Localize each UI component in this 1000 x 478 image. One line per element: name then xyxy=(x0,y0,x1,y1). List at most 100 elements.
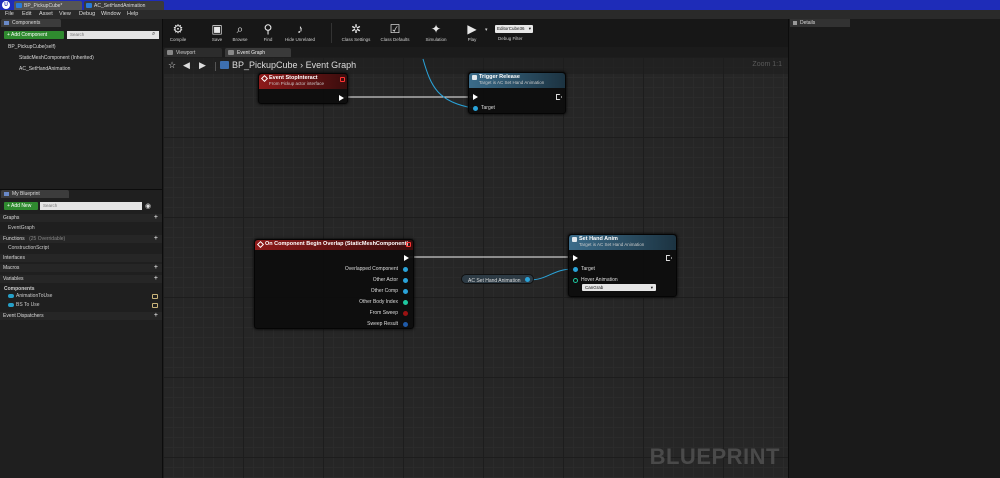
add-new-button[interactable]: + Add New xyxy=(4,202,38,210)
node-header: On Component Begin Overlap (StaticMeshCo… xyxy=(255,240,413,250)
variable-item-bs-to-use[interactable]: BS To Use xyxy=(8,302,40,308)
hover-animation-dropdown[interactable]: CanGrab ▾ xyxy=(582,284,656,291)
blueprint-icon xyxy=(86,3,92,8)
tab-event-graph[interactable]: Event Graph xyxy=(225,48,291,57)
event-graph-icon xyxy=(228,50,234,55)
menu-edit[interactable]: Edit xyxy=(22,11,31,17)
document-tab-bp-pickupcube[interactable]: BP_PickupCube* xyxy=(14,1,82,10)
delegate-pin-icon[interactable] xyxy=(340,77,345,82)
other-comp-pin[interactable] xyxy=(403,289,408,294)
menu-view[interactable]: View xyxy=(59,11,71,17)
sweep-result-pin[interactable] xyxy=(403,322,408,327)
class-defaults-button[interactable]: ☑ Class Defaults xyxy=(377,20,413,46)
browse-button[interactable]: ⌕ Browse xyxy=(225,20,255,46)
component-item-self[interactable]: BP_PickupCube(self) xyxy=(8,44,56,50)
section-functions-label: Functions xyxy=(3,236,25,242)
section-variables[interactable]: Variables + xyxy=(0,275,162,283)
class-settings-icon: ✲ xyxy=(350,22,362,36)
simulation-button[interactable]: ✦ Simulation xyxy=(421,20,451,46)
exec-out-pin[interactable] xyxy=(556,94,562,100)
add-function-plus-icon[interactable]: + xyxy=(154,235,158,243)
tab-my-blueprint-label: My Blueprint xyxy=(12,191,40,197)
editor-tab-strip: Viewport Event Graph xyxy=(163,47,788,57)
other-actor-pin[interactable] xyxy=(403,278,408,283)
blueprint-icon xyxy=(16,3,22,8)
variable-out-pin[interactable] xyxy=(524,277,530,282)
tab-components-label: Components xyxy=(12,20,41,26)
delegate-pin-icon[interactable] xyxy=(406,242,411,247)
my-blueprint-panel: My Blueprint + Add New Search ◉ Graphs +… xyxy=(0,190,162,478)
play-options-chevron-icon[interactable]: ▾ xyxy=(485,27,488,33)
debug-filter-value: EditorCube36 xyxy=(497,26,525,31)
browse-icon: ⌕ xyxy=(236,22,244,36)
component-item-ac-sethandanimation[interactable]: AC_SetHandAnimation xyxy=(19,66,70,72)
target-pin[interactable] xyxy=(473,106,478,111)
exec-out-pin[interactable] xyxy=(339,95,344,101)
menu-help[interactable]: Help xyxy=(127,11,138,17)
blueprint-watermark: BLUEPRINT xyxy=(649,444,780,469)
node-trigger-release[interactable]: Trigger Release Target is AC Set Hand An… xyxy=(468,72,566,114)
variable-item-animationtouse[interactable]: AnimationToUse xyxy=(8,293,52,299)
components-icon xyxy=(4,21,9,25)
visibility-eye-icon[interactable] xyxy=(152,294,158,299)
node-subtitle: From Pickup actor interface xyxy=(269,81,325,86)
visibility-eye-icon[interactable] xyxy=(152,303,158,308)
compile-button[interactable]: ⚙ Compile xyxy=(163,20,193,46)
blueprint-search-input[interactable]: Search xyxy=(40,202,142,210)
exec-in-pin[interactable] xyxy=(473,94,478,100)
add-graph-plus-icon[interactable]: + xyxy=(154,214,158,222)
tab-components[interactable]: Components xyxy=(1,19,61,27)
node-event-stopinteract[interactable]: Event StopInteract From Pickup actor int… xyxy=(258,73,348,104)
section-graphs[interactable]: Graphs + xyxy=(0,214,162,222)
play-button[interactable]: ▶ Play xyxy=(457,20,487,46)
play-icon: ▶ xyxy=(467,22,477,36)
find-icon: ⚲ xyxy=(263,22,273,36)
menu-file[interactable]: File xyxy=(5,11,14,17)
view-options-eye-icon[interactable]: ◉ xyxy=(145,202,151,210)
section-interfaces[interactable]: Interfaces xyxy=(0,254,162,262)
variable-category-components[interactable]: Components xyxy=(4,286,35,292)
hover-animation-pin[interactable] xyxy=(573,278,578,283)
event-graph-canvas[interactable]: ☆ ◀ ▶ BP_PickupCube › Event Graph Zoom 1… xyxy=(163,57,788,478)
exec-out-pin[interactable] xyxy=(404,255,409,261)
tab-details[interactable]: Details xyxy=(790,19,850,27)
object-wire xyxy=(422,58,474,109)
section-event-dispatchers[interactable]: Event Dispatchers + xyxy=(0,312,162,320)
add-macro-plus-icon[interactable]: + xyxy=(154,264,158,272)
components-search-input[interactable]: Search xyxy=(67,31,159,39)
other-body-index-pin[interactable] xyxy=(403,300,408,305)
node-set-hand-anim[interactable]: Set Hand Anim Target is AC Set Hand Anim… xyxy=(568,234,677,297)
menu-debug[interactable]: Debug xyxy=(79,11,95,17)
debug-filter-select[interactable]: EditorCube36 ▾ xyxy=(495,25,533,33)
component-item-staticmesh[interactable]: StaticMeshComponent (Inherited) xyxy=(19,55,94,61)
event-icon xyxy=(256,240,265,249)
node-get-ac-set-hand-animation[interactable]: AC Set Hand Animation xyxy=(461,274,534,284)
node-title: On Component Begin Overlap (StaticMeshCo… xyxy=(265,241,409,247)
exec-in-pin[interactable] xyxy=(573,255,578,261)
section-macros[interactable]: Macros + xyxy=(0,264,162,272)
object-wire xyxy=(528,268,574,281)
overlapped-component-pin[interactable] xyxy=(403,267,408,272)
menu-asset[interactable]: Asset xyxy=(39,11,53,17)
section-variables-label: Variables xyxy=(3,276,24,282)
function-icon xyxy=(472,75,477,80)
tab-my-blueprint[interactable]: My Blueprint xyxy=(1,190,69,198)
function-item-constructionscript[interactable]: ConstructionScript xyxy=(8,245,49,251)
add-component-button[interactable]: + Add Component xyxy=(4,31,64,39)
target-pin[interactable] xyxy=(573,267,578,272)
from-sweep-pin[interactable] xyxy=(403,311,408,316)
node-on-component-begin-overlap[interactable]: On Component Begin Overlap (StaticMeshCo… xyxy=(254,239,414,329)
variable-name: BS To Use xyxy=(16,302,40,308)
tab-viewport[interactable]: Viewport xyxy=(164,48,222,57)
add-dispatcher-plus-icon[interactable]: + xyxy=(154,312,158,320)
menu-window[interactable]: Window xyxy=(101,11,121,17)
class-settings-button[interactable]: ✲ Class Settings xyxy=(338,20,374,46)
exec-out-pin[interactable] xyxy=(666,255,672,261)
add-variable-plus-icon[interactable]: + xyxy=(154,275,158,283)
hide-unrelated-button[interactable]: ♪ Hide Unrelated xyxy=(283,20,317,46)
document-tab-ac-sethandanimation[interactable]: AC_SetHandAnimation xyxy=(84,1,164,10)
find-button[interactable]: ⚲ Find xyxy=(253,20,283,46)
pin-label-from-sweep: From Sweep xyxy=(369,310,398,316)
graph-item-eventgraph[interactable]: EventGraph xyxy=(8,225,35,231)
section-functions[interactable]: Functions (25 Overridable) + xyxy=(0,235,162,243)
